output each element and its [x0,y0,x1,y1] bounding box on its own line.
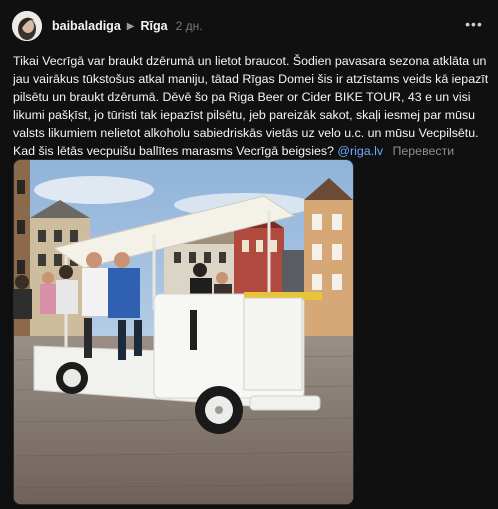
chevron-right-icon: ▶ [126,20,135,32]
post-photo[interactable] [13,159,354,505]
username-link[interactable]: baibaladiga [52,19,121,33]
post-body: Tikai Vecrīgā var braukt dzērumā un liet… [13,54,489,158]
topic-link[interactable]: Rīga [140,19,167,33]
post-header: baibaladiga ▶ Rīga 2 дн. [52,17,203,35]
post-time: 2 дн. [175,19,203,33]
more-dots-icon[interactable]: ••• [464,14,484,34]
translate-link[interactable]: Перевести [392,144,454,158]
avatar[interactable] [12,11,42,41]
beer-bike-photo [14,160,353,504]
thread-post: baibaladiga ▶ Rīga 2 дн. ••• Tikai Vecrī… [0,0,498,509]
post-text: Tikai Vecrīgā var braukt dzērumā un liet… [13,52,489,160]
mention-link[interactable]: @riga.lv [337,144,383,158]
avatar-image [12,11,42,41]
